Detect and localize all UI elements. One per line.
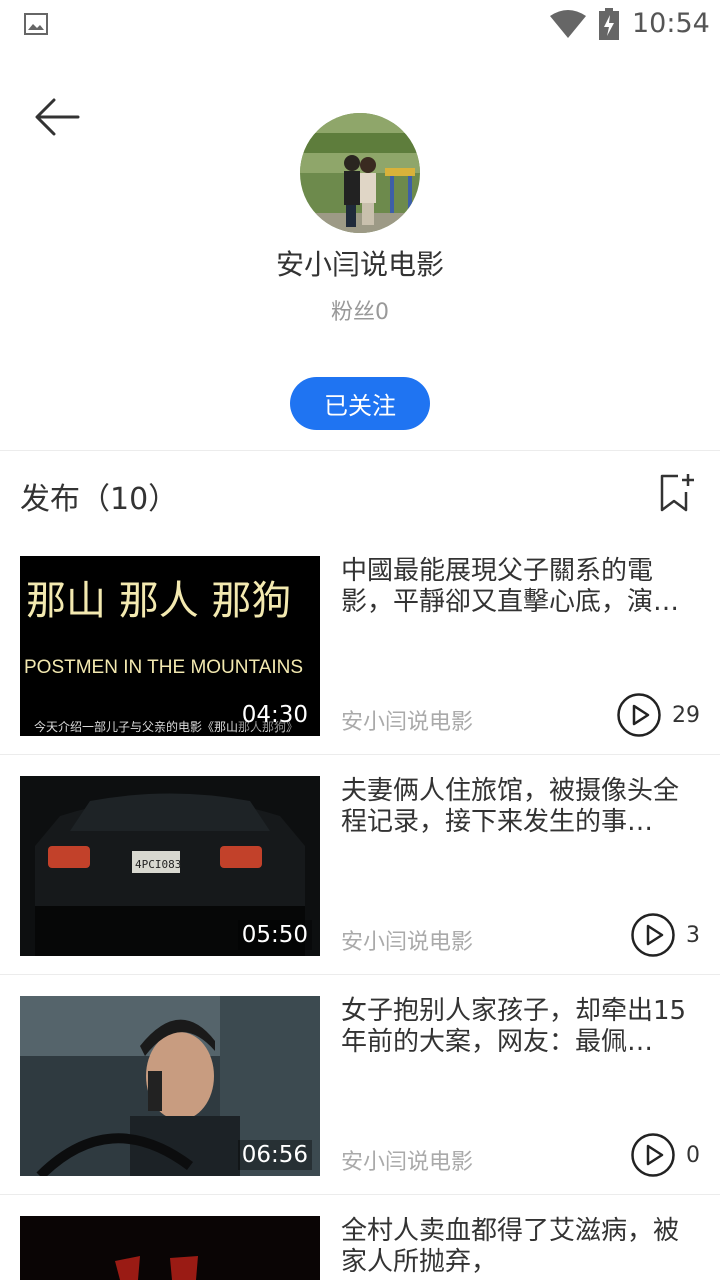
video-thumbnail[interactable]: 06:56 [20,996,320,1176]
video-list-item[interactable]: 06:56 女子抱别人家孩子，却牵出15年前的大案，网友：最佩… 安小闫说电影 … [0,996,720,1216]
video-author: 安小闫说电影 [341,930,474,955]
video-title[interactable]: 全村人卖血都得了艾滋病，被家人所抛弃， [341,1216,701,1280]
avatar[interactable] [300,113,420,233]
image-notification-icon [24,13,48,35]
battery-charging-icon [599,8,619,40]
back-arrow-icon [35,98,80,136]
divider [0,754,720,755]
play-count-value: 0 [686,1142,700,1168]
video-list-item[interactable]: 全村人卖血都得了艾滋病，被家人所抛弃， [0,1216,720,1280]
video-thumbnail[interactable] [20,1216,320,1280]
profile-name: 安小闫说电影 [275,248,444,281]
license-plate: 4PCI083 [135,858,181,871]
section-title: 发布（10） [20,482,179,517]
video-list-item[interactable]: 4PCI083 05:50 夫妻俩人住旅馆，被摄像头全程记录，接下来发生的事… … [0,776,720,996]
wifi-icon [550,10,586,38]
thumbnail-title-cn: 那山 那人 那狗 [26,578,291,624]
video-list-item[interactable]: 那山 那人 那狗 POSTMEN IN THE MOUNTAINS 今天介绍一部… [0,556,720,776]
play-count-value: 3 [686,922,700,948]
play-circle-icon [631,913,675,957]
status-bar: 10:54 [0,0,720,50]
play-count-value: 29 [672,702,700,728]
video-title[interactable]: 夫妻俩人住旅馆，被摄像头全程记录，接下来发生的事… [341,776,701,838]
thumbnail-title-en: POSTMEN IN THE MOUNTAINS [24,657,303,678]
video-thumbnail[interactable]: 4PCI083 05:50 [20,776,320,956]
back-button[interactable] [30,92,84,142]
video-thumbnail[interactable]: 那山 那人 那狗 POSTMEN IN THE MOUNTAINS 今天介绍一部… [20,556,320,736]
video-duration: 05:50 [237,920,312,950]
video-title[interactable]: 女子抱别人家孩子，却牵出15年前的大案，网友：最佩… [341,996,701,1058]
divider [0,974,720,975]
video-duration: 04:30 [237,700,312,730]
play-count: 29 [616,692,700,738]
divider [0,1194,720,1195]
status-time: 10:54 [632,8,710,39]
follow-button[interactable]: 已关注 [290,377,430,430]
video-author: 安小闫说电影 [341,710,474,735]
video-title[interactable]: 中國最能展現父子關系的電影，平靜卻又直擊心底，演… [341,556,701,618]
bookmark-add-icon[interactable] [656,472,696,514]
divider [0,450,720,451]
play-circle-icon [631,1133,675,1177]
play-count: 3 [630,912,700,958]
play-count: 0 [630,1132,700,1178]
avatar-image [300,113,420,233]
video-duration: 06:56 [237,1140,312,1170]
video-author: 安小闫说电影 [341,1150,474,1175]
play-circle-icon [617,693,661,737]
follower-count: 粉丝0 [331,300,389,325]
